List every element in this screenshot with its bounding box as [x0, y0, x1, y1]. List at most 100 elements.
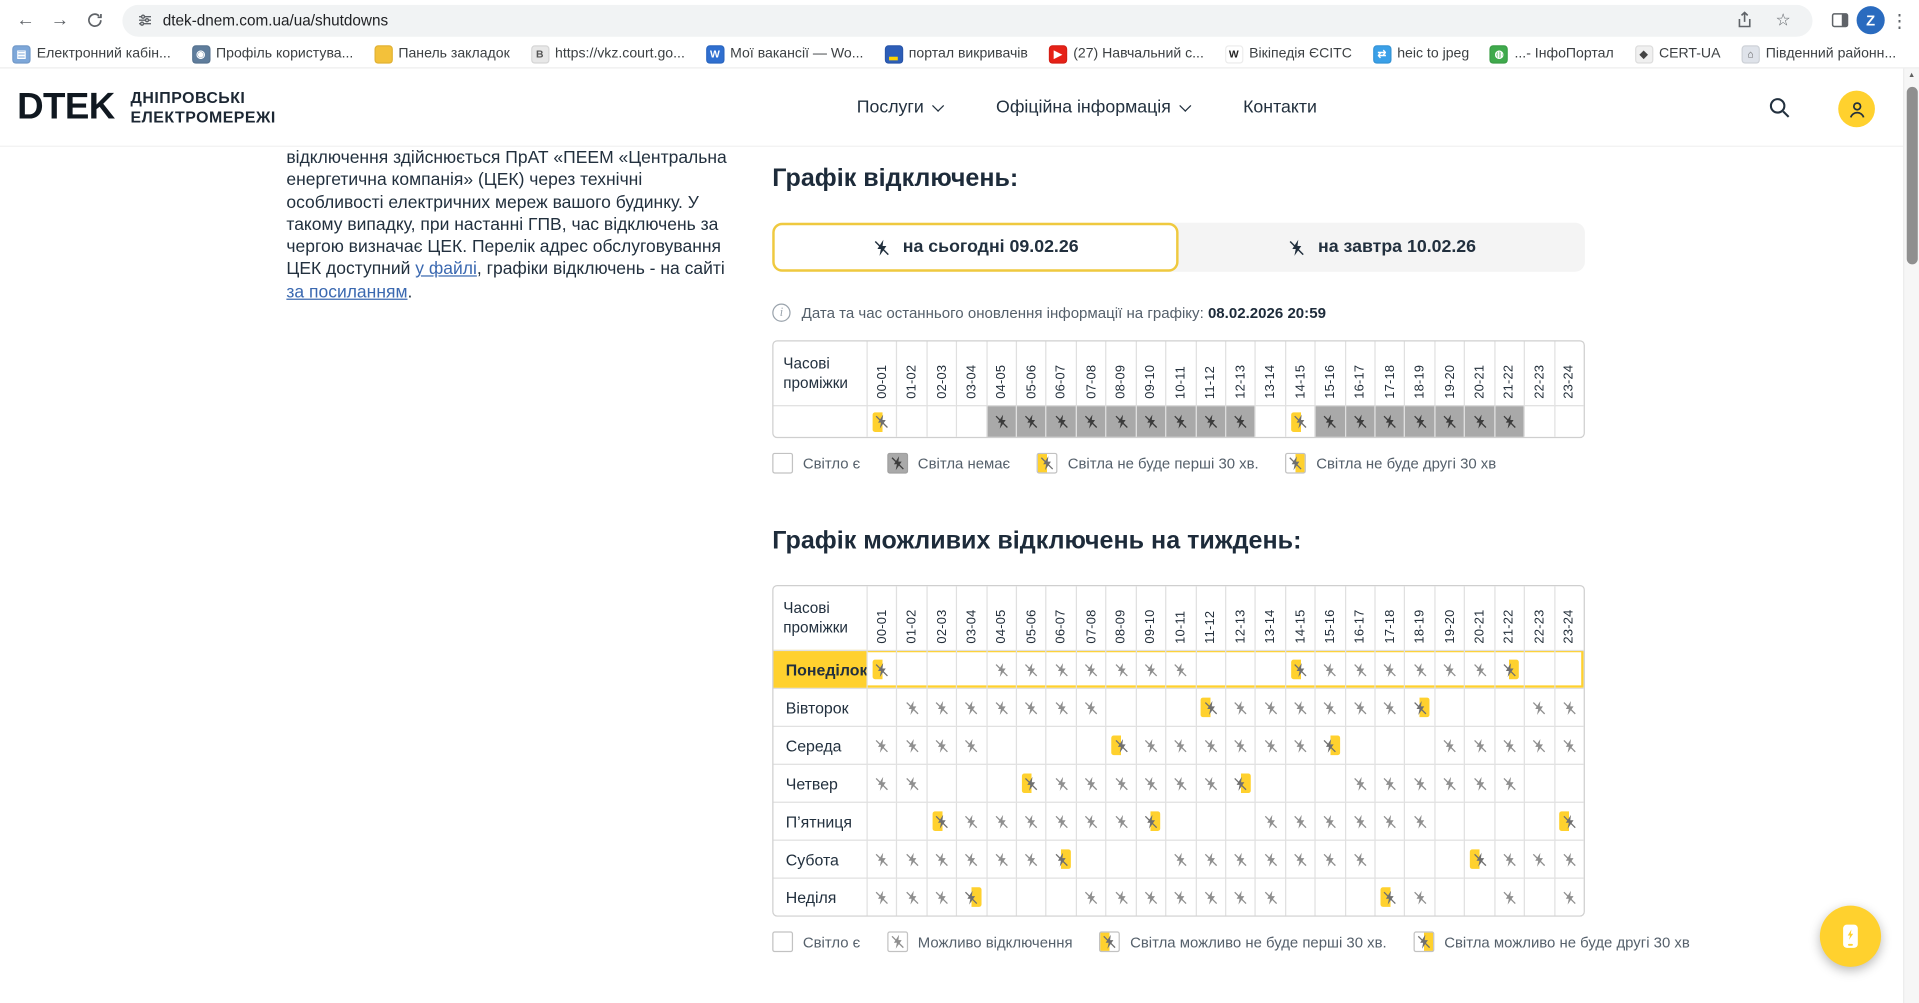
bookmark-item[interactable]: ◆ CERT-UA — [1634, 44, 1721, 64]
schedule-cell — [866, 725, 897, 764]
day-label: П’ятниця — [773, 801, 867, 840]
time-slot-label: 11-12 — [1195, 341, 1225, 406]
scroll-up-arrow[interactable]: ▲ — [1904, 69, 1919, 79]
bookmark-label: https://vkz.court.go... — [555, 46, 685, 62]
forward-button[interactable]: → — [44, 4, 76, 36]
legend-off-icon — [887, 931, 909, 953]
outage-first30-icon — [1559, 811, 1580, 831]
bookmark-item[interactable]: ⌂ Південний районн... — [1741, 44, 1897, 64]
outage-icon — [1052, 698, 1072, 718]
time-slot-label: 03-04 — [956, 586, 986, 650]
time-slot-label: 07-08 — [1075, 341, 1106, 406]
address-bar[interactable]: dtek-dnem.com.ua/ua/shutdowns ☆ — [122, 4, 1813, 37]
schedule-cell — [1254, 877, 1285, 916]
schedule-cell — [926, 687, 957, 726]
outage-first30-icon — [1290, 659, 1311, 680]
outage-icon — [1440, 660, 1460, 680]
schedule-cell — [1195, 405, 1226, 437]
outage-first30-icon — [1111, 735, 1131, 756]
user-account-button[interactable] — [1838, 90, 1875, 128]
chat-button[interactable] — [1819, 905, 1882, 967]
search-button[interactable] — [1762, 91, 1796, 125]
back-button[interactable]: ← — [10, 4, 42, 36]
tab-tomorrow[interactable]: на завтра 10.02.26 — [1179, 223, 1585, 272]
day-label: Вівторок — [773, 687, 867, 726]
file-link[interactable]: у файлі — [415, 260, 477, 280]
share-button[interactable] — [1729, 6, 1758, 35]
bookmark-item[interactable]: W Вікіпедія ЄСІТС — [1224, 44, 1352, 64]
browser-menu-button[interactable]: ⋮ — [1887, 9, 1911, 31]
schedule-cell — [986, 763, 1016, 802]
schedule-cell — [1404, 763, 1435, 802]
outage-icon — [902, 887, 922, 907]
outage-icon — [1291, 811, 1311, 831]
brand-name: ДНІПРОВСЬКІ ЕЛЕКТРОМЕРЕЖІ — [131, 88, 276, 127]
outage-icon — [1022, 660, 1042, 680]
outage-icon — [1022, 811, 1042, 831]
update-info-prefix: Дата та час останнього оновлення інформа… — [801, 304, 1208, 322]
nav-item-1[interactable]: Послуги — [857, 98, 944, 117]
outage-icon — [1380, 773, 1400, 793]
reload-button[interactable] — [78, 4, 110, 36]
outage-icon — [1530, 736, 1550, 756]
bookmark-item[interactable]: ▤ Електронний кабін... — [12, 44, 171, 64]
bookmark-label: Південний районн... — [1765, 46, 1897, 62]
outage-icon — [1320, 660, 1340, 680]
schedule-cell — [1314, 877, 1345, 916]
main-nav: Послуги Офіційна інформація Контакти — [857, 69, 1317, 147]
legend-none-icon — [772, 931, 794, 953]
outage-icon — [932, 887, 952, 907]
bookmark-item[interactable]: W Мої вакансії — Wo... — [705, 44, 863, 64]
outage-icon — [1350, 849, 1370, 869]
schedule-cell — [1374, 877, 1405, 916]
nav-item-2[interactable]: Офіційна інформація — [996, 98, 1191, 117]
outage-icon — [1350, 698, 1370, 718]
bookmark-item[interactable]: ▂ портал викривачів — [884, 44, 1028, 64]
bookmark-item[interactable]: Панель закладок — [373, 44, 510, 64]
bookmark-item[interactable]: ◍ ...- ІнфоПортал — [1489, 44, 1614, 64]
schedule-cell — [1493, 801, 1524, 840]
nav-item-3[interactable]: Контакти — [1243, 98, 1317, 118]
schedule-cell — [926, 877, 957, 916]
schedule-cell — [1523, 725, 1554, 764]
time-slot-label: 18-19 — [1404, 586, 1434, 650]
external-site-link[interactable]: за посиланням — [286, 282, 407, 302]
site-info-icon[interactable] — [137, 12, 153, 28]
schedule-cell — [1165, 649, 1196, 688]
schedule-header-row: Часові проміжки 00-01 01-02 02-03 03-04 04-05… — [773, 586, 1583, 650]
outage-icon — [1530, 698, 1550, 718]
side-panel-button[interactable] — [1825, 6, 1854, 35]
legend-label: Світло є — [802, 454, 861, 472]
tab-today-label: на сьогодні 09.02.26 — [902, 237, 1079, 258]
time-slot-label: 22-23 — [1523, 586, 1554, 650]
bookmark-item[interactable]: Вhttps://vkz.court.go... — [530, 44, 685, 64]
outage-icon — [992, 811, 1012, 831]
schedule-cell — [1523, 877, 1554, 916]
sidebar-text: відключення здійснюється ПрАТ «ПЕЕМ «Цен… — [286, 147, 736, 304]
scrollbar[interactable]: ▲ — [1903, 68, 1919, 1003]
schedule-cell — [1464, 801, 1494, 840]
week-row: Субота — [773, 839, 1584, 878]
schedule-cell — [1434, 877, 1465, 916]
tab-today[interactable]: на сьогодні 09.02.26 — [772, 222, 1179, 272]
bookmark-star-button[interactable]: ☆ — [1768, 6, 1797, 35]
schedule-cell — [1165, 725, 1196, 764]
schedule-cell — [1493, 877, 1524, 916]
browser-profile-avatar[interactable]: Z — [1856, 6, 1885, 35]
bookmark-item[interactable]: ⇄ heic to jpeg — [1372, 44, 1469, 64]
dtek-logo[interactable]: DTEK — [17, 86, 115, 128]
outage-icon — [1171, 412, 1191, 432]
outage-icon — [872, 238, 890, 256]
bookmark-item[interactable]: ◉ Профіль користува... — [191, 44, 353, 64]
scrollbar-thumb[interactable] — [1906, 86, 1918, 265]
schedule-cell — [1553, 763, 1584, 802]
schedule-cell — [1075, 763, 1106, 802]
legend-item: Можливо відключення — [887, 931, 1073, 953]
outage-icon — [1320, 412, 1340, 432]
schedule-cell — [1464, 649, 1494, 688]
today-schedule-table: Часові проміжки 00-01 01-02 02-03 03-04 04-05… — [772, 340, 1585, 439]
bookmark-item[interactable]: ▶ (27) Навчальний с... — [1048, 44, 1204, 64]
shutdowns-title: Графік відключень: — [772, 163, 1019, 193]
schedule-cell — [1195, 801, 1226, 840]
schedule-cell — [896, 877, 927, 916]
